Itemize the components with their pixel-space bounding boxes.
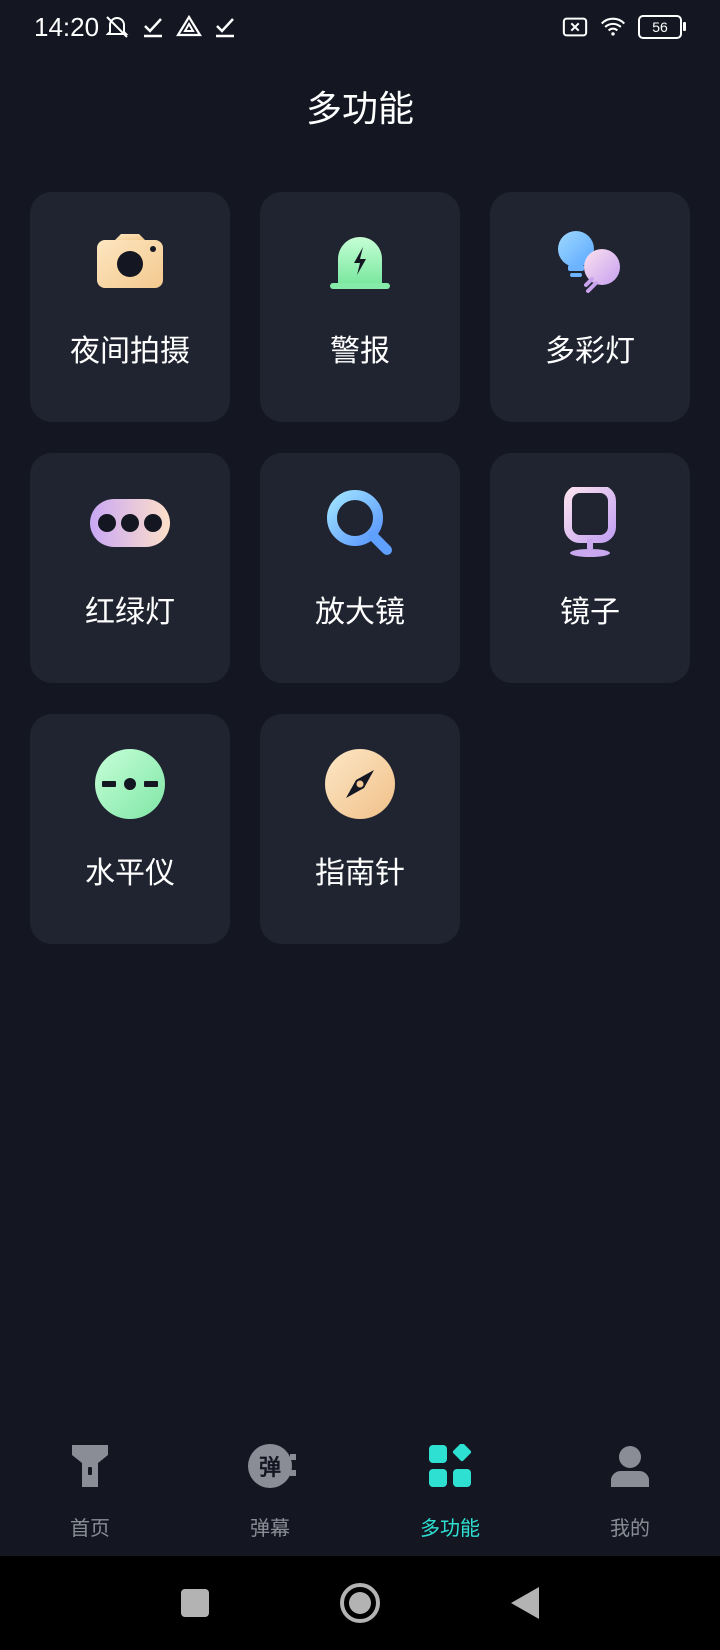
nav-item-danmaku[interactable]: 弹 弹幕 (180, 1400, 360, 1556)
level-icon (95, 749, 165, 819)
mirror-icon (564, 487, 616, 557)
check-icon (144, 18, 162, 38)
grid-icon (429, 1444, 472, 1487)
system-nav-bar (0, 1556, 720, 1650)
bottom-nav: 首页 弹 弹幕 多功能 我的 (0, 1400, 720, 1556)
camera-icon (97, 234, 163, 288)
wifi-icon (600, 17, 626, 36)
bulbs-icon (558, 231, 620, 293)
tile-label: 红绿灯 (85, 595, 175, 630)
back-triangle-icon (511, 1587, 539, 1619)
tile-label: 夜间拍摄 (70, 334, 190, 369)
tile-mirror[interactable]: 镜子 (490, 453, 690, 683)
compass-icon (325, 749, 395, 819)
danmaku-icon: 弹 (248, 1444, 296, 1488)
drive-icon (176, 14, 202, 37)
tile-label: 警报 (330, 334, 390, 369)
square-icon (181, 1589, 209, 1617)
traffic-light-icon (90, 499, 170, 547)
bell-mute-icon (105, 16, 129, 38)
battery-level: 56 (652, 19, 668, 35)
check-icon (216, 18, 234, 38)
nav-label: 首页 (70, 1516, 110, 1540)
home-button[interactable] (335, 1578, 385, 1628)
nav-label: 多功能 (420, 1516, 480, 1540)
tile-level[interactable]: 水平仪 (30, 714, 230, 944)
tile-alarm[interactable]: 警报 (260, 192, 460, 422)
nav-item-profile[interactable]: 我的 (540, 1400, 720, 1556)
battery-icon: 56 (638, 15, 686, 39)
tile-magnifier[interactable]: 放大镜 (260, 453, 460, 683)
nav-item-multifunction[interactable]: 多功能 (360, 1400, 540, 1556)
nav-item-home[interactable]: 首页 (0, 1400, 180, 1556)
user-icon (611, 1446, 649, 1487)
nav-label: 弹幕 (250, 1516, 290, 1540)
alarm-icon (330, 237, 390, 289)
back-button[interactable] (500, 1578, 550, 1628)
flashlight-icon (72, 1445, 108, 1487)
magnifier-icon (327, 490, 392, 555)
danmaku-badge-text: 弹 (258, 1456, 281, 1481)
tile-label: 镜子 (560, 595, 620, 630)
status-time: 14:20 (34, 12, 100, 42)
tile-label: 多彩灯 (545, 334, 635, 369)
tile-night-shot[interactable]: 夜间拍摄 (30, 192, 230, 422)
tile-compass[interactable]: 指南针 (260, 714, 460, 944)
status-bar: 14:20 56 (0, 0, 720, 56)
tile-label: 放大镜 (315, 595, 405, 630)
sim-off-icon (562, 17, 588, 37)
circle-icon (340, 1583, 380, 1623)
tile-label: 指南针 (315, 856, 405, 891)
page-title: 多功能 (305, 89, 414, 130)
tile-color-light[interactable]: 多彩灯 (490, 192, 690, 422)
tile-traffic-light[interactable]: 红绿灯 (30, 453, 230, 683)
tile-label: 水平仪 (85, 856, 175, 891)
nav-label: 我的 (610, 1516, 650, 1540)
recents-button[interactable] (170, 1578, 220, 1628)
